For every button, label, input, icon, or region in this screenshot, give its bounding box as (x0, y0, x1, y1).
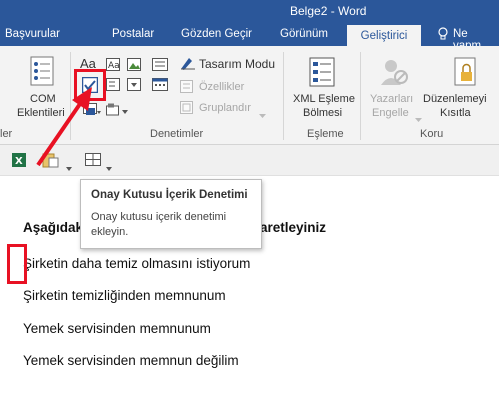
xml-mapping-pane-icon[interactable] (309, 57, 335, 92)
svg-text:Aa: Aa (108, 61, 120, 71)
controls-group-label: Denetimler (150, 128, 204, 140)
chevron-down-icon (415, 110, 422, 128)
cursor-highlight-box (7, 244, 27, 284)
picture-control-icon[interactable] (127, 58, 141, 76)
ribbon-tabs: Başvurular Postalar Gözden Geçir Görünüm… (0, 22, 499, 52)
group-label: Gruplandır (199, 102, 251, 114)
excel-icon[interactable]: X (12, 153, 26, 172)
xml-mapping-label-2[interactable]: Bölmesi (303, 107, 342, 119)
restrict-editing-label-1[interactable]: Düzenlemeyi (423, 93, 487, 105)
drop-down-list-control-icon[interactable] (127, 78, 141, 96)
building-block-gallery-icon[interactable] (152, 58, 168, 76)
tab-references[interactable]: Başvurular (5, 28, 60, 40)
design-mode-icon[interactable] (180, 56, 196, 75)
xml-mapping-label-1[interactable]: XML Eşleme (293, 93, 355, 105)
tooltip-title: Onay Kutusu İçerik Denetimi (91, 189, 248, 201)
date-picker-control-icon[interactable] (152, 78, 168, 96)
block-authors-label-2: Engelle (372, 107, 409, 119)
separator (283, 52, 284, 140)
document-heading-left: Aşağıdak (23, 220, 84, 235)
tooltip-description: Onay kutusu içerik denetimi ekleyin. (91, 211, 227, 238)
window-title: Belge2 - Word (290, 4, 367, 18)
plain-text-control-icon[interactable]: Aa (106, 58, 120, 76)
chevron-down-icon[interactable] (106, 158, 112, 176)
legacy-tools-icon[interactable] (106, 103, 130, 122)
mapping-group-label: Eşleme (307, 128, 344, 140)
option-line: Şirketin temizliğinden memnunum (23, 288, 226, 303)
block-authors-icon (380, 57, 408, 92)
restrict-editing-icon[interactable] (454, 57, 478, 92)
option-line: Yemek servisinden memnunum (23, 321, 211, 336)
option-line: Şirketin daha temiz olmasını istiyorum (23, 256, 251, 271)
document-heading-right: aretleyiniz (260, 220, 327, 235)
tab-review[interactable]: Gözden Geçir (181, 28, 252, 40)
group-icon (180, 101, 194, 119)
title-bar: Belge2 - Word (0, 0, 499, 22)
addins-group-label: ler (0, 128, 13, 140)
separator (360, 52, 361, 140)
restrict-editing-label-2[interactable]: Kısıtla (440, 107, 471, 119)
properties-label: Özellikler (199, 81, 245, 93)
lightbulb-icon (437, 27, 449, 46)
block-authors-label-1: Yazarları (370, 93, 414, 105)
protect-group-label: Koru (420, 128, 444, 140)
tooltip: Onay Kutusu İçerik Denetimi Onay kutusu … (80, 179, 262, 249)
combo-box-control-icon[interactable] (106, 78, 120, 96)
properties-icon (180, 80, 194, 98)
option-line: Yemek servisinden memnun değilim (23, 353, 239, 368)
chevron-down-icon (259, 106, 266, 124)
design-mode-label[interactable]: Tasarım Modu (199, 57, 275, 71)
svg-text:X: X (15, 156, 23, 167)
annotation-arrow-icon (36, 87, 92, 167)
tab-view[interactable]: Görünüm (280, 28, 328, 40)
tab-mailings[interactable]: Postalar (112, 28, 154, 40)
tab-developer[interactable]: Geliştirici (347, 25, 421, 46)
